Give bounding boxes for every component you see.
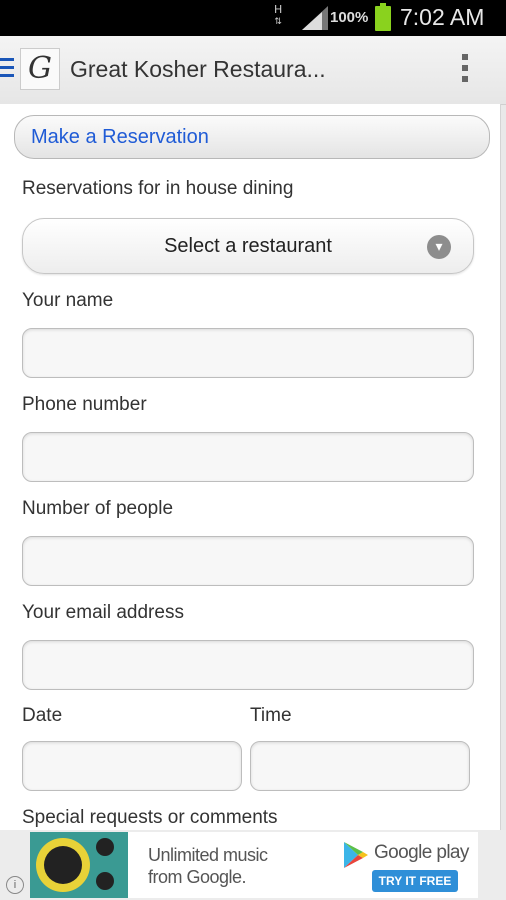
intro-text: Reservations for in house dining [22, 178, 294, 199]
hamburger-icon[interactable] [0, 58, 14, 80]
ad-brand: Google play [374, 842, 469, 863]
time-label: Time [250, 705, 292, 726]
overflow-menu-icon[interactable] [462, 54, 470, 84]
people-input[interactable] [22, 536, 474, 586]
google-play-icon [344, 842, 368, 868]
battery-percent: 100% [330, 9, 369, 26]
app-logo[interactable]: G [20, 48, 60, 90]
info-icon[interactable]: i [6, 876, 24, 894]
name-input[interactable] [22, 328, 474, 378]
name-label: Your name [22, 290, 114, 311]
phone-label: Phone number [22, 394, 147, 415]
email-input[interactable] [22, 640, 474, 690]
chevron-down-icon: ▾ [427, 235, 451, 259]
ad-headline: Unlimited music from Google. [148, 845, 268, 887]
phone-input[interactable] [22, 432, 474, 482]
network-type-label: H [274, 3, 283, 16]
restaurant-select-value: Select a restaurant [164, 235, 332, 257]
try-it-free-button[interactable]: TRY IT FREE [372, 870, 458, 892]
comments-label: Special requests or comments [22, 807, 278, 828]
battery-icon [375, 3, 391, 31]
speaker-dot [96, 872, 114, 890]
section-title: Make a Reservation [31, 126, 209, 148]
clock: 7:02 AM [400, 4, 485, 30]
people-label: Number of people [22, 498, 174, 519]
action-bar: G Great Kosher Restaura... [0, 36, 506, 105]
signal-icon [302, 6, 328, 30]
restaurant-select[interactable]: Select a restaurant ▾ [22, 218, 474, 274]
date-label: Date [22, 705, 63, 726]
network-type-indicator: H ⇅ [274, 3, 283, 27]
ad-banner[interactable]: i Unlimited music from Google. Google pl… [0, 830, 506, 900]
app-title: Great Kosher Restaura... [70, 56, 326, 82]
speaker-dot [96, 838, 114, 856]
status-bar: H ⇅ 100% 7:02 AM [0, 0, 506, 36]
email-label: Your email address [22, 602, 184, 623]
ad-speaker-image[interactable] [30, 832, 128, 898]
time-input[interactable] [250, 741, 470, 791]
date-input[interactable] [22, 741, 242, 791]
speaker-icon [36, 838, 90, 892]
ad-content[interactable]: Unlimited music from Google. Google play… [128, 832, 478, 898]
section-header[interactable]: Make a Reservation [14, 115, 490, 159]
reservation-form: Make a Reservation Reservations for in h… [0, 104, 501, 830]
